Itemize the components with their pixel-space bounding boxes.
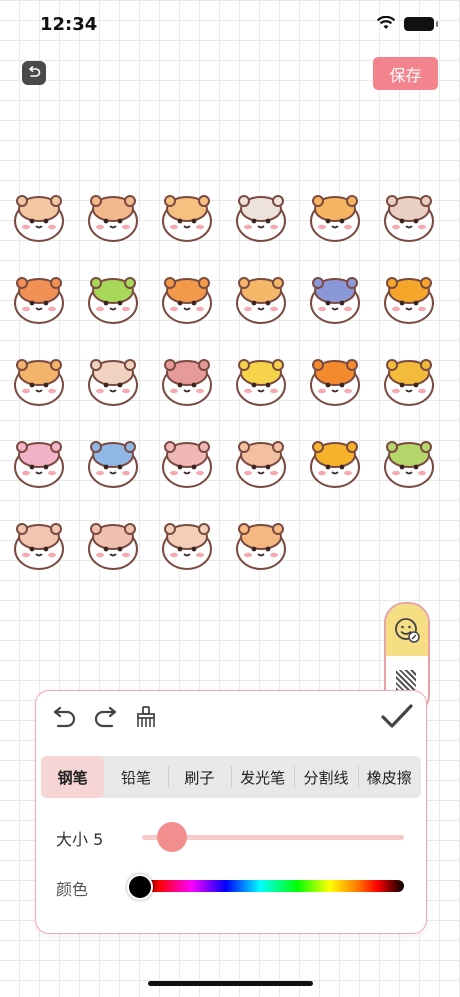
- tab-divider-line[interactable]: 分割线: [294, 756, 357, 798]
- bath-sticker: [14, 441, 64, 488]
- sticker-cell[interactable]: [4, 176, 74, 258]
- hamster-sticker: [88, 195, 138, 242]
- sticker-cell[interactable]: [374, 258, 444, 340]
- redo-icon: [94, 706, 117, 728]
- sticker-cell[interactable]: [78, 422, 148, 504]
- hamster-sticker: [236, 195, 286, 242]
- sticker-cell[interactable]: [226, 504, 296, 586]
- hamster-sticker: [310, 277, 360, 324]
- status-time: 12:34: [40, 14, 98, 35]
- sticker-grid: [4, 176, 450, 586]
- hamster-sticker: [162, 195, 212, 242]
- drawing-panel: 钢笔 铅笔 刷子 发光笔 分割线 橡皮擦 大小 5 颜色: [35, 690, 427, 934]
- sticker-cell[interactable]: [374, 422, 444, 504]
- hamster-sticker: [162, 277, 212, 324]
- face-edit-icon: [386, 604, 428, 656]
- save-button[interactable]: 保存: [373, 57, 438, 90]
- sticker-cell[interactable]: [78, 340, 148, 422]
- sticker-cell[interactable]: [226, 176, 296, 258]
- redo-button[interactable]: [92, 705, 122, 729]
- tab-glow-pen[interactable]: 发光笔: [230, 756, 294, 798]
- tab-brush[interactable]: 刷子: [167, 756, 231, 798]
- hamster-sticker: [236, 277, 286, 324]
- status-icons: [376, 16, 438, 31]
- home-indicator: [148, 981, 313, 986]
- size-label: 大小 5: [56, 830, 104, 849]
- confirm-button[interactable]: [380, 703, 414, 731]
- hamster-sticker: [88, 441, 138, 488]
- sticker-cell[interactable]: [374, 176, 444, 258]
- cat-sticker: [384, 195, 434, 242]
- tab-pencil[interactable]: 铅笔: [104, 756, 167, 798]
- sticker-cell[interactable]: [152, 176, 222, 258]
- brush-type-tabs: 钢笔 铅笔 刷子 发光笔 分割线 橡皮擦: [41, 756, 421, 798]
- hamster-sticker: [14, 523, 64, 570]
- sticker-cell[interactable]: [226, 340, 296, 422]
- hamster-sticker: [88, 359, 138, 406]
- hamster-sticker: [162, 359, 212, 406]
- sticker-cell[interactable]: [152, 504, 222, 586]
- clear-brush-button[interactable]: [134, 705, 158, 729]
- status-bar: 12:34: [0, 0, 460, 50]
- fox-sticker: [310, 441, 360, 488]
- hatch-pattern-icon: [396, 670, 416, 690]
- chick-sticker: [310, 359, 360, 406]
- color-label: 颜色: [56, 880, 89, 899]
- sticker-cell[interactable]: [78, 258, 148, 340]
- sticker-cell[interactable]: [300, 258, 370, 340]
- sticker-cell[interactable]: [300, 176, 370, 258]
- sticker-cell[interactable]: [4, 258, 74, 340]
- undo-button[interactable]: [48, 705, 78, 729]
- sticker-cell[interactable]: [152, 258, 222, 340]
- sticker-cell[interactable]: [4, 340, 74, 422]
- hamster-sticker: [88, 523, 138, 570]
- sticker-cell[interactable]: [374, 340, 444, 422]
- cat-sticker: [310, 195, 360, 242]
- hamster-sticker: [162, 523, 212, 570]
- wifi-icon: [376, 16, 396, 29]
- sticker-cell[interactable]: [226, 422, 296, 504]
- hamster-sticker: [236, 441, 286, 488]
- color-slider-thumb[interactable]: [127, 874, 153, 900]
- checkmark-icon: [381, 704, 413, 728]
- undo-arrow-icon: [29, 66, 41, 77]
- back-button[interactable]: [22, 61, 46, 85]
- bear-sticker: [384, 277, 434, 324]
- tab-eraser[interactable]: 橡皮擦: [357, 756, 421, 798]
- cup-sticker: [88, 277, 138, 324]
- sticker-cell[interactable]: [4, 422, 74, 504]
- hamster-sticker: [162, 441, 212, 488]
- hamster-sticker: [236, 523, 286, 570]
- hamster-sticker: [14, 359, 64, 406]
- hamster-sticker: [14, 195, 64, 242]
- sticker-cell[interactable]: [78, 176, 148, 258]
- brush-icon: [137, 706, 155, 727]
- tab-pen[interactable]: 钢笔: [41, 756, 105, 798]
- sticker-cell[interactable]: [226, 258, 296, 340]
- hamster-sticker: [14, 277, 64, 324]
- sticker-cell[interactable]: [300, 340, 370, 422]
- undo-icon: [53, 706, 76, 728]
- size-slider-thumb[interactable]: [157, 822, 187, 852]
- color-slider[interactable]: [138, 880, 404, 892]
- sticker-cell[interactable]: [152, 422, 222, 504]
- sticker-cell[interactable]: [78, 504, 148, 586]
- sticker-cell[interactable]: [300, 422, 370, 504]
- dog-sticker: [384, 359, 434, 406]
- frog-sticker: [384, 441, 434, 488]
- battery-icon: [404, 16, 438, 31]
- melon-sticker: [236, 359, 286, 406]
- sticker-cell[interactable]: [152, 340, 222, 422]
- sticker-cell[interactable]: [4, 504, 74, 586]
